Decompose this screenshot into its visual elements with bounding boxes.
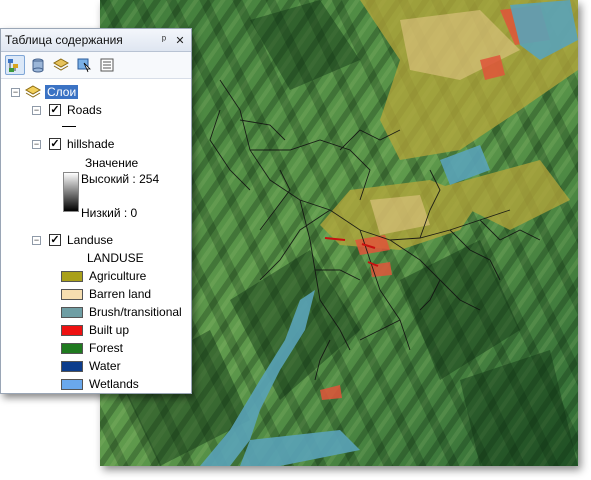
pin-icon[interactable]: ᵖ	[157, 33, 171, 47]
legend-class-brush-transitional[interactable]: Brush/transitional	[61, 305, 182, 319]
close-icon[interactable]: ✕	[173, 33, 187, 47]
layer-name[interactable]: Roads	[67, 103, 102, 117]
legend-class-barren-land[interactable]: Barren land	[61, 287, 151, 301]
hillshade-value-heading: Значение	[85, 156, 139, 170]
road-line-symbol	[62, 120, 76, 127]
root-layers-row[interactable]: − Слои	[11, 85, 79, 99]
color-swatch	[61, 270, 83, 282]
color-swatch	[61, 360, 83, 372]
layer-row-roads[interactable]: − ✓ Roads	[32, 103, 102, 117]
collapse-icon[interactable]: −	[32, 139, 41, 149]
list-by-visibility-icon[interactable]	[51, 55, 71, 75]
toc-toolbar	[1, 52, 191, 79]
list-by-selection-icon[interactable]	[74, 55, 94, 75]
color-swatch	[61, 342, 83, 354]
layer-row-hillshade[interactable]: − ✓ hillshade	[32, 137, 114, 151]
options-icon[interactable]	[97, 55, 117, 75]
landuse-field-heading: LANDUSE	[87, 251, 144, 265]
color-swatch	[61, 306, 83, 318]
color-swatch	[61, 288, 83, 300]
layer-visibility-checkbox[interactable]: ✓	[49, 104, 61, 116]
legend-class-agriculture[interactable]: Agriculture	[61, 269, 146, 283]
hillshade-high-label: Высокий : 254	[81, 172, 160, 186]
layers-icon	[25, 85, 41, 98]
layer-name[interactable]: hillshade	[67, 137, 114, 151]
list-by-source-icon[interactable]	[28, 55, 48, 75]
collapse-icon[interactable]: −	[32, 235, 41, 245]
color-swatch	[61, 324, 83, 336]
toc-titlebar[interactable]: Таблица содержания ᵖ ✕	[1, 29, 191, 52]
collapse-icon[interactable]: −	[11, 87, 20, 97]
layer-visibility-checkbox[interactable]: ✓	[49, 138, 61, 150]
legend-class-built-up[interactable]: Built up	[61, 323, 129, 337]
list-by-drawing-order-icon[interactable]	[5, 55, 25, 75]
toc-title: Таблица содержания	[5, 33, 123, 47]
hillshade-low-label: Низкий : 0	[81, 206, 138, 220]
legend-class-water[interactable]: Water	[61, 359, 121, 373]
layer-visibility-checkbox[interactable]: ✓	[49, 234, 61, 246]
collapse-icon[interactable]: −	[32, 105, 41, 115]
root-label[interactable]: Слои	[45, 85, 79, 99]
layer-row-landuse[interactable]: − ✓ Landuse	[32, 233, 113, 247]
layer-name[interactable]: Landuse	[67, 233, 113, 247]
table-of-contents-panel: Таблица содержания ᵖ ✕ − Слои − ✓ Roads …	[0, 28, 192, 394]
hillshade-ramp	[63, 172, 79, 212]
color-swatch	[61, 378, 83, 390]
legend-class-forest[interactable]: Forest	[61, 341, 123, 355]
legend-class-wetlands[interactable]: Wetlands	[61, 377, 139, 391]
